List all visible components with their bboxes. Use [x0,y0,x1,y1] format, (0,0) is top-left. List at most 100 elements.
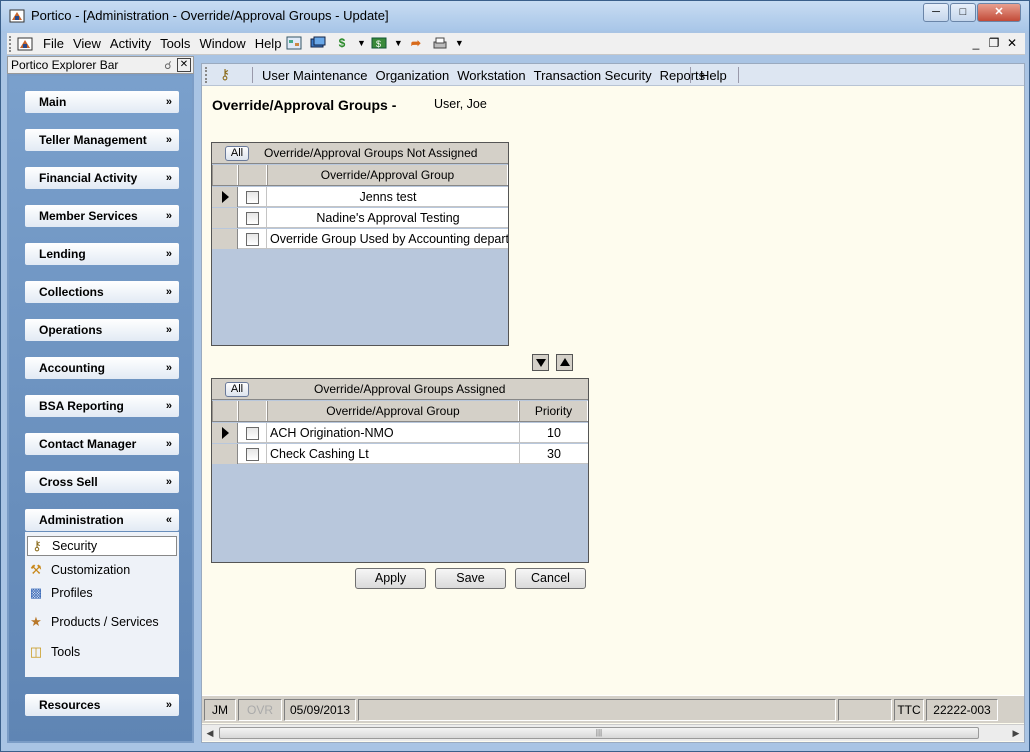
column-header-group[interactable]: Override/Approval Group [267,165,508,185]
toolbar-grip[interactable] [9,36,12,52]
admin-item-products-services[interactable]: ★ Products / Services [27,612,163,632]
table-row[interactable]: ACH Origination-NMO 10 [212,423,588,443]
nav-group-lending[interactable]: Lending » [25,243,179,265]
column-header-group[interactable]: Override/Approval Group [267,401,519,421]
menu-view[interactable]: View [73,36,101,51]
priority-cell[interactable]: 30 [519,444,588,464]
close-explorer-icon[interactable]: ✕ [177,58,191,72]
table-row[interactable]: Override Group Used by Accounting depart… [212,229,508,249]
admin-item-customization[interactable]: ⚒ Customization [27,560,163,580]
status-bar: JM OVR 05/09/2013 TTC 22222-003 [202,695,1024,723]
cancel-button[interactable]: Cancel [515,568,586,589]
row-checkbox[interactable] [246,427,259,440]
chevron-down-icon: » [165,248,172,260]
page-title: Override/Approval Groups - [212,97,396,113]
move-down-button[interactable] [532,354,549,371]
menu-reports[interactable]: Reports [660,68,706,83]
scroll-left-icon[interactable]: ◀ [202,725,218,741]
scrollbar-thumb[interactable]: ||| [219,727,979,739]
row-checkbox[interactable] [246,191,259,204]
admin-item-security[interactable]: ⚷ Security [27,536,177,556]
menu-file[interactable]: File [43,36,64,51]
admin-item-label: Tools [51,645,81,659]
admin-item-tools[interactable]: ◫ Tools [27,642,163,662]
menu-help[interactable]: Help [700,68,727,83]
page-user: User, Joe [434,97,487,111]
mdi-close-button[interactable]: ✕ [1003,36,1021,50]
cash-icon[interactable]: $ [370,34,388,52]
row-selector[interactable] [212,229,238,249]
table-row[interactable]: Jenns test [212,187,508,207]
nav-group-accounting[interactable]: Accounting » [25,357,179,379]
status-user: JM [204,699,236,721]
row-selector[interactable] [212,423,238,443]
tools-icon: ◫ [29,644,43,659]
nav-group-label: Resources [39,698,101,712]
status-branch: 22222-003 [926,699,998,721]
assigned-grid: All Override/Approval Groups Assigned Ov… [211,378,589,563]
nav-group-collections[interactable]: Collections » [25,281,179,303]
security-key-icon[interactable]: ⚷ [216,66,234,84]
maximize-button[interactable]: □ [950,3,976,22]
nav-group-contact-manager[interactable]: Contact Manager » [25,433,179,455]
group-name-cell: Jenns test [359,190,417,204]
chevron-down-icon: » [165,362,172,374]
scroll-right-icon[interactable]: ▶ [1008,725,1024,741]
row-selector[interactable] [212,187,238,207]
row-checkbox[interactable] [246,448,259,461]
apply-button[interactable]: Apply [355,568,426,589]
forward-arrow-icon[interactable]: ➦ [407,34,425,52]
customization-icon: ⚒ [30,562,42,577]
horizontal-scrollbar[interactable]: ◀ ||| ▶ [202,724,1024,741]
minimize-button[interactable]: ─ [923,3,949,22]
menu-activity[interactable]: Activity [110,36,151,51]
menu-transaction-security[interactable]: Transaction Security [534,68,652,83]
nav-group-operations[interactable]: Operations » [25,319,179,341]
menu-organization[interactable]: Organization [376,68,450,83]
dollar-icon[interactable]: $ [333,34,351,52]
nav-group-label: Member Services [39,209,138,223]
select-all-not-assigned-button[interactable]: All [225,146,249,161]
menu-window[interactable]: Window [199,36,245,51]
row-checkbox[interactable] [246,233,259,246]
table-row[interactable]: Nadine's Approval Testing [212,208,508,228]
mdi-restore-button[interactable]: ❐ [985,36,1003,50]
menu-workstation[interactable]: Workstation [457,68,525,83]
row-checkbox[interactable] [246,212,259,225]
calendar-icon[interactable] [285,34,303,52]
printer-icon[interactable] [431,34,449,52]
chevron-down-icon: » [165,172,172,184]
nav-group-bsa-reporting[interactable]: BSA Reporting » [25,395,179,417]
admin-item-label: Products / Services [51,615,159,629]
cards-icon[interactable] [309,34,327,52]
nav-group-teller-management[interactable]: Teller Management » [25,129,179,151]
nav-group-main[interactable]: Main » [25,91,179,113]
row-selector[interactable] [212,208,238,228]
nav-group-financial-activity[interactable]: Financial Activity » [25,167,179,189]
select-all-assigned-button[interactable]: All [225,382,249,397]
pin-icon[interactable]: ☌ [161,58,175,72]
toolbar-grip[interactable] [205,67,208,83]
menu-tools[interactable]: Tools [160,36,190,51]
menu-bar: File View Activity Tools Window Help $ ▼… [7,33,1025,55]
admin-item-profiles[interactable]: ▩ Profiles [27,583,163,603]
portico-logo-icon[interactable] [17,36,33,52]
menu-help[interactable]: Help [255,36,282,51]
chevron-down-icon: » [165,96,172,108]
menu-user-maintenance[interactable]: User Maintenance [262,68,368,83]
move-up-button[interactable] [556,354,573,371]
nav-group-cross-sell[interactable]: Cross Sell » [25,471,179,493]
mdi-minimize-button[interactable]: _ [967,36,985,50]
priority-cell[interactable]: 10 [519,423,588,443]
nav-group-resources[interactable]: Resources » [25,694,179,716]
status-date: 05/09/2013 [284,699,356,721]
row-selector[interactable] [212,444,238,464]
nav-group-label: Contact Manager [39,437,137,451]
nav-group-administration[interactable]: Administration « [25,509,179,531]
close-button[interactable]: ✕ [977,3,1021,22]
save-button[interactable]: Save [435,568,506,589]
nav-group-member-services[interactable]: Member Services » [25,205,179,227]
table-row[interactable]: Check Cashing Lt 30 [212,444,588,464]
column-header-priority[interactable]: Priority [519,401,588,421]
grid-header-row: Override/Approval Group [212,165,508,186]
